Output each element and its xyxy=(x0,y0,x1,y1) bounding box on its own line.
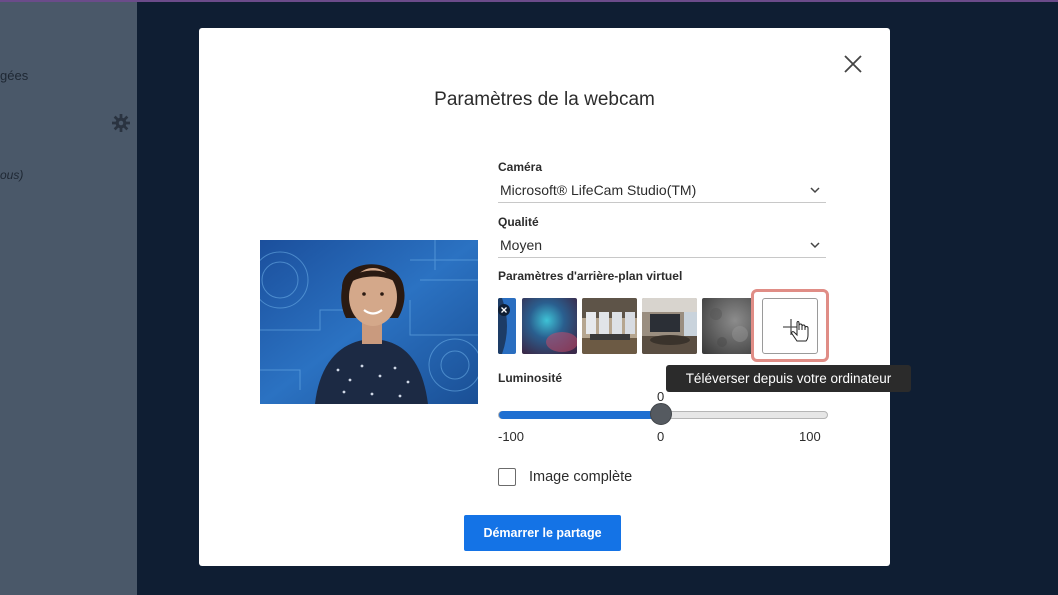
hand-cursor-icon xyxy=(790,320,809,342)
virtual-background-label: Paramètres d'arrière-plan virtuel xyxy=(498,269,683,283)
background-thumbnail-conference-room[interactable] xyxy=(642,298,697,354)
brightness-min-label: -100 xyxy=(498,429,525,444)
brightness-current-value: 0 xyxy=(657,389,665,404)
chevron-down-icon xyxy=(810,186,820,193)
brightness-max-label: 100 xyxy=(799,429,821,444)
brightness-label: Luminosité xyxy=(498,371,563,385)
full-image-label: Image complète xyxy=(529,469,633,485)
webcam-settings-dialog: Paramètres de la webcam Caméra Microsoft… xyxy=(199,28,911,566)
quality-select[interactable]: Moyen xyxy=(498,232,826,258)
dialog-title: Paramètres de la webcam xyxy=(434,89,655,110)
quality-select-value: Moyen xyxy=(500,236,543,253)
upload-background-button[interactable] xyxy=(762,298,818,354)
background-text-fragment: gées xyxy=(0,68,29,83)
chevron-down-icon xyxy=(810,241,820,248)
camera-label: Caméra xyxy=(498,160,543,174)
background-text-fragment: ous) xyxy=(0,168,24,182)
full-image-checkbox[interactable] xyxy=(498,468,516,486)
background-thumbnail-texture[interactable] xyxy=(702,298,757,354)
brightness-mid-label: 0 xyxy=(657,429,665,444)
close-icon[interactable] xyxy=(841,52,865,76)
upload-tooltip: Téléverser depuis votre ordinateur xyxy=(666,365,911,392)
start-sharing-button[interactable]: Démarrer le partage xyxy=(464,515,621,551)
brightness-slider-fill xyxy=(499,411,663,419)
camera-select-value: Microsoft® LifeCam Studio(TM) xyxy=(500,181,697,198)
background-sidebar: gées ous) xyxy=(0,2,137,595)
gear-icon xyxy=(112,114,130,132)
background-thumbnail-none[interactable] xyxy=(498,298,516,354)
background-thumbnail-office[interactable] xyxy=(582,298,637,354)
webcam-preview xyxy=(260,240,478,404)
brightness-slider-handle[interactable] xyxy=(650,403,672,425)
background-thumbnail-blur[interactable] xyxy=(522,298,577,354)
quality-label: Qualité xyxy=(498,215,539,229)
upload-highlight xyxy=(751,289,829,362)
camera-select[interactable]: Microsoft® LifeCam Studio(TM) xyxy=(498,177,826,203)
